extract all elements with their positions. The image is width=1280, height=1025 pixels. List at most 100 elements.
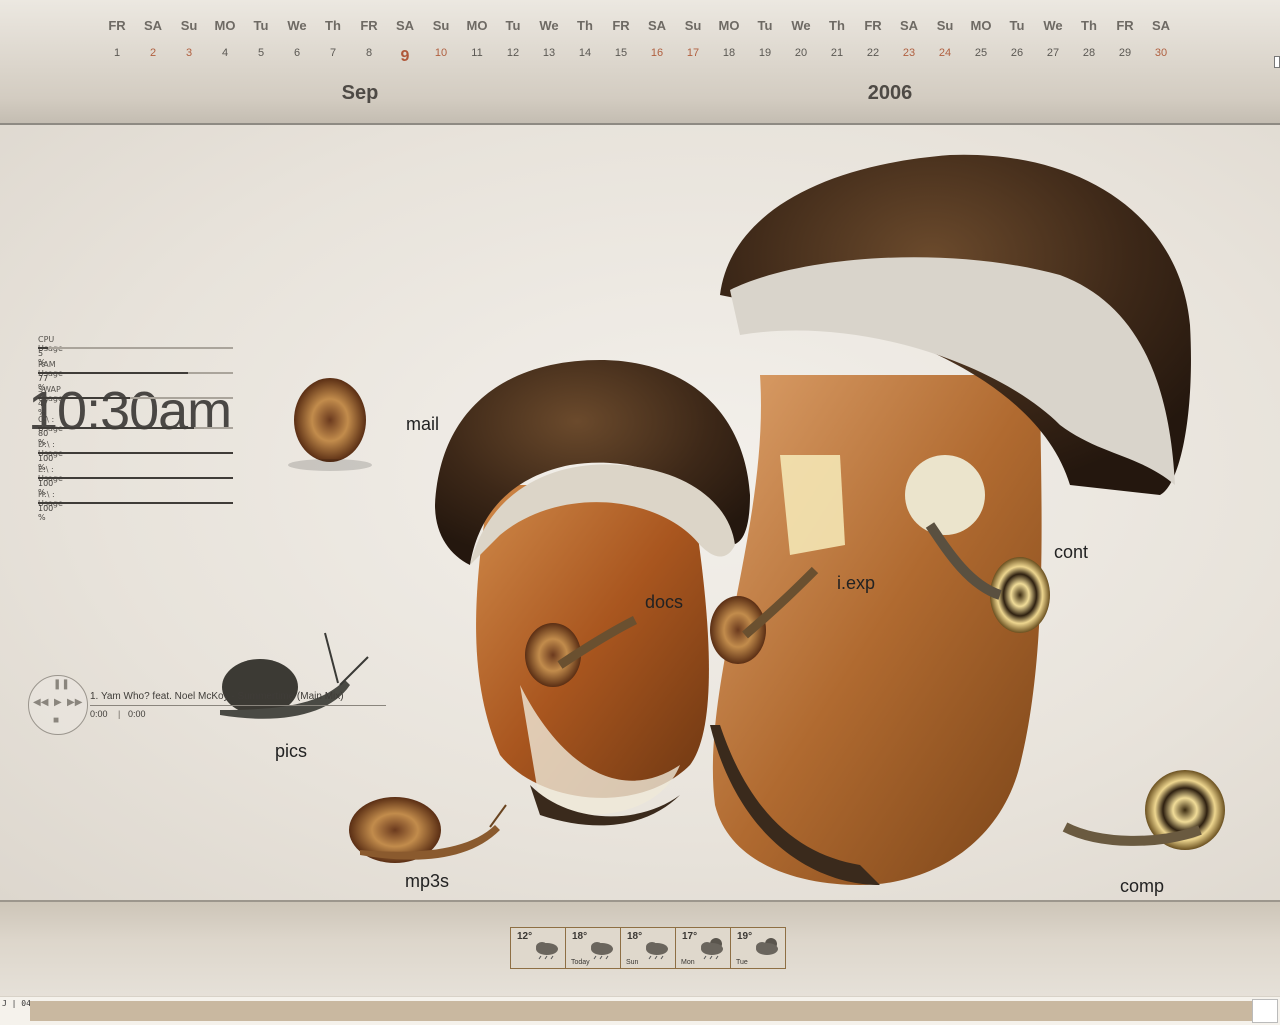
calendar-weekday: Su [180, 18, 198, 33]
calendar-weekday: Th [325, 18, 341, 33]
rewind-icon[interactable]: ◀◀ [33, 698, 48, 708]
desktop-icon-docs[interactable]: docs [645, 592, 683, 613]
mail-snail-shell [288, 378, 372, 471]
calendar-date[interactable]: 24 [927, 47, 963, 59]
calendar-date[interactable]: 26 [999, 47, 1035, 59]
weather-day-label: Mon [681, 959, 695, 966]
desktop-icon-mp3s[interactable]: mp3s [405, 871, 449, 892]
calendar-date[interactable]: 7 [315, 47, 351, 59]
calendar-weekday: Th [577, 18, 593, 33]
weather-day[interactable]: 18° Sun [621, 928, 676, 968]
calendar-date[interactable]: 8 [351, 47, 387, 59]
weather-day[interactable]: 19° Tue [731, 928, 785, 968]
weather-day[interactable]: 17° Mon [676, 928, 731, 968]
calendar-date[interactable]: 17 [675, 47, 711, 59]
calendar-weekday: Tu [1009, 18, 1025, 33]
calendar-date[interactable]: 3 [171, 47, 207, 59]
track-progress-line[interactable] [90, 705, 386, 706]
calendar-weekday: We [539, 18, 559, 33]
stat-bar-fill [38, 372, 189, 374]
large-mushroom-image [710, 154, 1191, 885]
calendar-year: 2006 [867, 82, 913, 104]
calendar-date[interactable]: 1 [99, 47, 135, 59]
desktop-icon-comp[interactable]: comp [1120, 876, 1164, 897]
play-icon[interactable]: ▶ [54, 698, 62, 708]
calendar-weekday: SA [647, 18, 667, 33]
calendar-date[interactable]: 19 [747, 47, 783, 59]
sun-cloud-icon [756, 938, 778, 955]
stat-bar [38, 372, 233, 374]
calendar-date[interactable]: 15 [603, 47, 639, 59]
calendar-weekday: SA [1151, 18, 1171, 33]
calendar-date[interactable]: 10 [423, 47, 459, 59]
calendar-date[interactable]: 22 [855, 47, 891, 59]
calendar-date[interactable]: 30 [1143, 47, 1179, 59]
desktop-wallpaper [220, 154, 1225, 885]
calendar-today[interactable]: 9 [387, 48, 423, 66]
calendar-date[interactable]: 6 [279, 47, 315, 59]
desktop-icon-pics[interactable]: pics [275, 741, 307, 762]
rain-cloud-icon [536, 942, 558, 960]
calendar-weekday: SA [395, 18, 415, 33]
calendar-weekday: SA [143, 18, 163, 33]
rain-cloud-icon [646, 942, 668, 960]
calendar-weekday: FR [108, 18, 126, 33]
calendar-weekday: Su [432, 18, 450, 33]
weather-day[interactable]: 12° [511, 928, 566, 968]
time-total: 0:00 [128, 709, 146, 719]
stat-bar [38, 477, 233, 479]
stop-icon[interactable]: ■ [53, 716, 59, 726]
calendar-weekday: Tu [757, 18, 773, 33]
taskbar-tag: J | 04 [2, 999, 31, 1008]
calendar-date[interactable]: 21 [819, 47, 855, 59]
comp-snail [1062, 770, 1225, 850]
pause-icon[interactable]: ❚❚ [53, 680, 70, 690]
calendar-date[interactable]: 13 [531, 47, 567, 59]
media-player-controls: ❚❚ ◀◀ ▶ ▶▶ ■ [28, 675, 88, 735]
calendar-weekday: SA [899, 18, 919, 33]
calendar-weekday: We [1043, 18, 1063, 33]
taskbar: J | 04 [0, 996, 1280, 1025]
stat-value: 100 % [38, 504, 54, 522]
calendar-weekday: FR [612, 18, 630, 33]
weather-day-label: Sun [626, 959, 639, 966]
calendar-date[interactable]: 14 [567, 47, 603, 59]
desktop-icon-iexp[interactable]: i.exp [837, 573, 875, 594]
edge-handle[interactable] [1274, 56, 1280, 68]
desktop-area: 10:30am CPU Usage5 %RAM Usage77 %SWAP Us… [0, 125, 1280, 900]
calendar-date[interactable]: 23 [891, 47, 927, 59]
calendar-weekday: Tu [505, 18, 521, 33]
taskbar-end-button[interactable] [1252, 999, 1278, 1023]
taskbar-strip[interactable] [30, 1001, 1252, 1021]
sun-rain-cloud-icon [701, 938, 723, 960]
stat-bar-fill [38, 477, 233, 479]
calendar-date[interactable]: 18 [711, 47, 747, 59]
desktop-icon-mail[interactable]: mail [406, 414, 439, 435]
calendar-date[interactable]: 25 [963, 47, 999, 59]
calendar-bar: FR 1 SA 2 Su 3 MO 4 Tu 5 We 6 Th 7 FR 8 SA 9 Su 10 MO 11 Tu 12 W… [0, 0, 1280, 125]
weather-day-label: Today [571, 959, 590, 966]
calendar-weekday: We [287, 18, 307, 33]
calendar-date[interactable]: 27 [1035, 47, 1071, 59]
calendar-date[interactable]: 28 [1071, 47, 1107, 59]
stat-bar-fill [38, 397, 130, 399]
calendar-date[interactable]: 5 [243, 47, 279, 59]
calendar-weekday: Th [1081, 18, 1097, 33]
calendar-date[interactable]: 16 [639, 47, 675, 59]
calendar-date[interactable]: 29 [1107, 47, 1143, 59]
calendar-date[interactable]: 20 [783, 47, 819, 59]
fast-forward-icon[interactable]: ▶▶ [67, 698, 82, 708]
stat-bar [38, 502, 233, 504]
weather-day[interactable]: 18° Today [566, 928, 621, 968]
stat-bar-fill [38, 427, 194, 429]
calendar-weekday: FR [360, 18, 378, 33]
calendar-month: Sep [341, 82, 379, 104]
calendar-date[interactable]: 12 [495, 47, 531, 59]
calendar-weekday: MO [214, 18, 236, 33]
mp3s-snail [349, 797, 507, 863]
calendar-date[interactable]: 11 [459, 47, 495, 59]
desktop-icon-cont[interactable]: cont [1054, 542, 1088, 563]
calendar-weekday: Su [936, 18, 954, 33]
calendar-date[interactable]: 2 [135, 47, 171, 59]
calendar-date[interactable]: 4 [207, 47, 243, 59]
